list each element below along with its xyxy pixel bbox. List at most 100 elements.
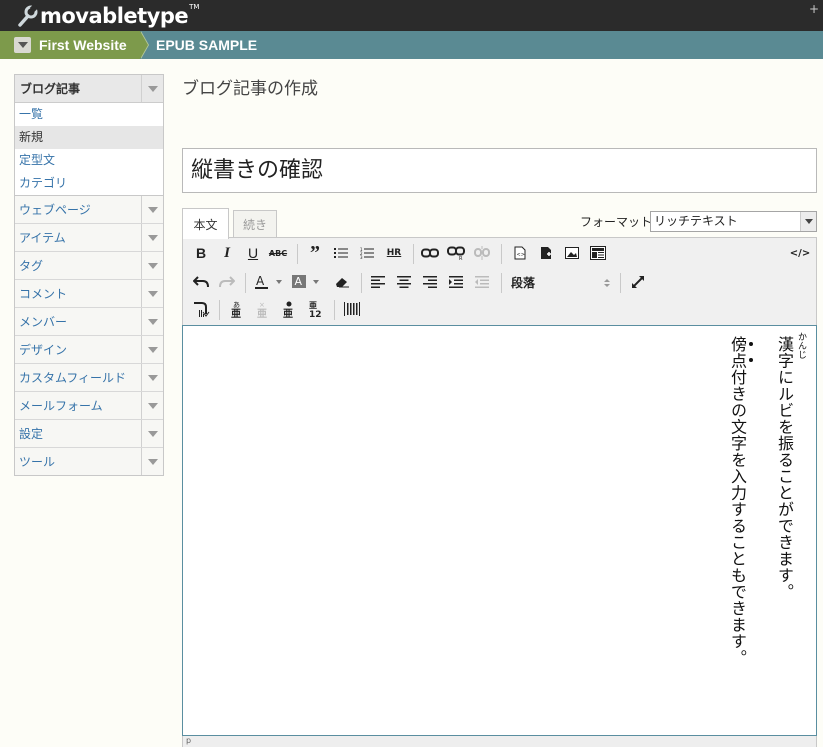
chevron-down-icon[interactable] (141, 364, 163, 391)
ruby-icon[interactable]: あ亜 (226, 298, 248, 320)
sidebar-menu: ブログ記事 一覧 新規 定型文 カテゴリ ウェブページ アイテム タグ コメント… (14, 74, 164, 476)
horizontal-rule-icon[interactable]: HR (383, 242, 405, 264)
sidebar-section-label: 設定 (19, 427, 44, 441)
plus-icon[interactable]: + (809, 2, 819, 16)
indent-icon[interactable] (445, 271, 467, 293)
link-remote-icon[interactable]: R (445, 242, 467, 264)
chevron-down-icon[interactable] (274, 271, 284, 293)
chevron-down-icon[interactable] (800, 212, 816, 231)
redo-icon[interactable] (216, 271, 238, 293)
wrench-icon (18, 5, 38, 27)
editor-line-1: 漢字にルビを振ることができます。 (775, 336, 794, 600)
toolbar-separator (620, 273, 621, 293)
link-icon[interactable] (419, 242, 441, 264)
sidebar-item-categories[interactable]: カテゴリ (15, 172, 163, 195)
tab-more[interactable]: 続き (233, 210, 277, 237)
chevron-down-icon[interactable] (141, 336, 163, 363)
insert-file-icon[interactable] (535, 242, 557, 264)
paragraph-format-select[interactable]: 段落 (511, 273, 611, 293)
sidebar-submenu: 一覧 新規 定型文 カテゴリ (15, 103, 163, 195)
toolbar-row-3: あ亜 × 亜 亜 亜 12 (183, 298, 816, 322)
sidebar-section-custom-fields[interactable]: カスタムフィールド (15, 363, 163, 391)
emphasis-dot-icon[interactable]: 亜 (278, 298, 300, 320)
chevron-down-icon[interactable] (311, 271, 321, 293)
website-switcher[interactable]: First Website (0, 31, 140, 59)
insert-image-icon[interactable] (561, 242, 583, 264)
sidebar-section-label: アイテム (19, 231, 66, 245)
toolbar-row-2: A A 段落 (183, 271, 816, 295)
bullet-list-icon[interactable] (330, 242, 352, 264)
sidebar-section-label: ブログ記事 (20, 82, 81, 96)
chevron-down-icon[interactable] (14, 37, 31, 53)
emphasis-dot (749, 342, 753, 346)
sidebar-section-label: ツール (19, 455, 56, 469)
breadcrumb-separator (140, 31, 148, 59)
outdent-icon[interactable] (471, 271, 493, 293)
ruby-text: かんじ (796, 332, 806, 359)
editor-status-bar: p (182, 736, 817, 747)
sidebar-section-comments[interactable]: コメント (15, 279, 163, 307)
align-left-icon[interactable] (367, 271, 389, 293)
format-select[interactable]: リッチテキスト (650, 211, 817, 232)
chevron-down-icon[interactable] (141, 196, 163, 223)
remove-ruby-icon[interactable]: × 亜 (252, 298, 274, 320)
blog-name[interactable]: EPUB SAMPLE (156, 37, 257, 53)
rich-text-editor[interactable]: かんじ 漢字にルビを振ることができます。 傍点付きの文字を入力することもできます… (182, 325, 817, 736)
svg-text:×: × (259, 301, 265, 309)
underline-icon[interactable]: U (242, 242, 264, 264)
chevron-down-icon[interactable] (141, 392, 163, 419)
align-right-icon[interactable] (419, 271, 441, 293)
chevron-down-icon[interactable] (141, 224, 163, 251)
sidebar-section-design[interactable]: デザイン (15, 335, 163, 363)
text-color-icon[interactable]: A (252, 271, 274, 293)
sidebar-section-members[interactable]: メンバー (15, 307, 163, 335)
numbered-list-icon[interactable]: 123 (356, 242, 378, 264)
chevron-down-icon[interactable] (141, 252, 163, 279)
chevron-down-icon[interactable] (141, 75, 163, 102)
sidebar-section-settings[interactable]: 設定 (15, 419, 163, 447)
svg-text:R: R (459, 256, 463, 260)
sidebar-item-list[interactable]: 一覧 (15, 103, 163, 126)
eraser-icon[interactable] (331, 271, 353, 293)
align-center-icon[interactable] (393, 271, 415, 293)
toolbar-separator (334, 300, 335, 320)
undo-icon[interactable] (190, 271, 212, 293)
svg-text:あ: あ (233, 301, 240, 309)
insert-template-icon[interactable] (587, 242, 609, 264)
sidebar-item-templates[interactable]: 定型文 (15, 149, 163, 172)
tate-chu-yoko-icon[interactable]: 亜 12 (304, 298, 326, 320)
brand-name: movabletype (40, 4, 189, 28)
sidebar-section-webpages[interactable]: ウェブページ (15, 195, 163, 223)
sidebar-item-new[interactable]: 新規 (15, 126, 163, 149)
vertical-text-icon[interactable] (190, 298, 212, 320)
entry-title-input[interactable]: 縦書きの確認 (182, 148, 817, 193)
sidebar-section-entries[interactable]: ブログ記事 (15, 75, 163, 103)
italic-icon[interactable]: I (216, 242, 238, 264)
sidebar-section-label: タグ (19, 259, 44, 273)
svg-text:A: A (295, 275, 303, 288)
insert-html-icon[interactable]: <> (509, 242, 531, 264)
trademark: TM (189, 3, 200, 11)
fullscreen-icon[interactable] (627, 271, 649, 293)
tab-body[interactable]: 本文 (182, 208, 229, 239)
sidebar-section-tools[interactable]: ツール (15, 447, 163, 475)
background-color-icon[interactable]: A (289, 271, 311, 293)
paragraph-format-value: 段落 (511, 276, 536, 290)
sidebar-section-tags[interactable]: タグ (15, 251, 163, 279)
strikethrough-icon[interactable]: ABC (267, 242, 289, 264)
website-name[interactable]: First Website (39, 37, 127, 53)
format-label: フォーマット: (580, 215, 657, 229)
sidebar-section-mail-form[interactable]: メールフォーム (15, 391, 163, 419)
bold-icon[interactable]: B (190, 242, 212, 264)
brand-logo[interactable]: movabletype TM (18, 3, 199, 29)
chevron-down-icon[interactable] (141, 308, 163, 335)
sidebar-section-items[interactable]: アイテム (15, 223, 163, 251)
blockquote-icon[interactable]: ” (304, 242, 326, 264)
chevron-down-icon[interactable] (141, 448, 163, 475)
toolbar-separator (501, 273, 502, 293)
source-code-icon[interactable]: </> (789, 242, 811, 264)
chevron-down-icon[interactable] (141, 420, 163, 447)
chevron-down-icon[interactable] (141, 280, 163, 307)
page-break-icon[interactable] (341, 298, 363, 320)
unlink-icon[interactable] (471, 242, 493, 264)
